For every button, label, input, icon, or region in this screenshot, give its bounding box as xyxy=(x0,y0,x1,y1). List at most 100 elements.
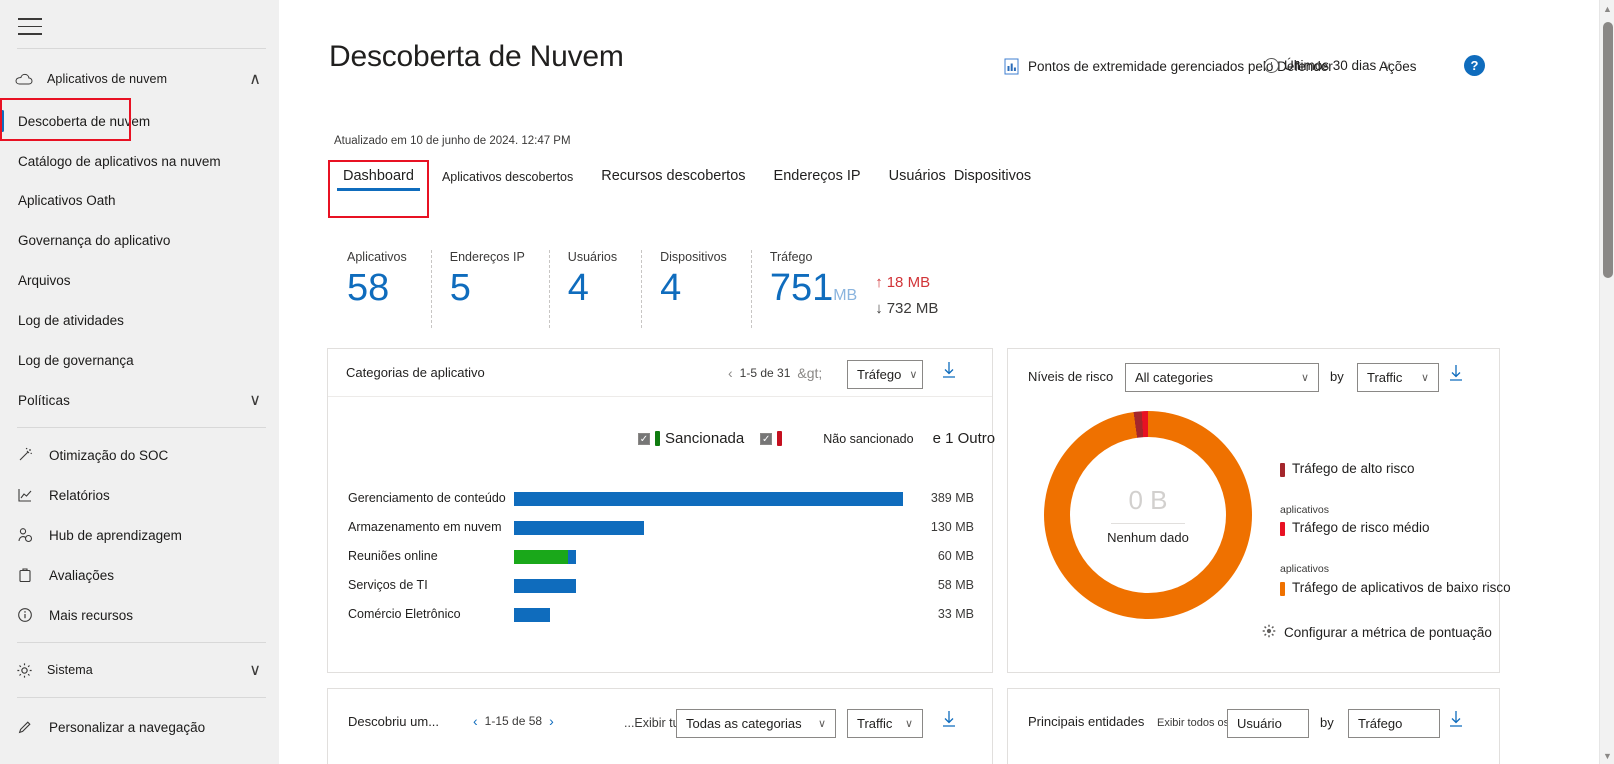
legend-label: Tráfego de alto risco xyxy=(1292,461,1415,476)
bar-row: Serviços de TI 58 MB xyxy=(328,574,992,602)
sidebar-group-politicas[interactable]: Políticas ∨ xyxy=(0,385,279,415)
metric-trafego: Tráfego 751MB ↑18 MB ↓732 MB xyxy=(751,250,963,328)
sidebar-item-log-de-atividades[interactable]: Log de atividades xyxy=(0,305,279,335)
bar-segment xyxy=(514,492,903,506)
navigation-sidebar: Aplicativos de nuvem ∧ Descoberta de nuv… xyxy=(0,0,279,764)
legend-checkbox-nao-sancionado[interactable]: ✓ xyxy=(760,433,772,445)
tab-usuarios[interactable]: Usuários xyxy=(875,168,950,195)
sidebar-group-cloud-apps[interactable]: Aplicativos de nuvem ∧ xyxy=(0,64,279,94)
card-header: Níveis de risco All categories ∨ by Traf… xyxy=(1008,349,1499,403)
time-range-label: Últimos 30 dias xyxy=(1284,58,1376,73)
discovered-category-value: Todas as categorias xyxy=(686,716,802,731)
chevron-down-icon: ∨ xyxy=(810,717,826,730)
bar-segment xyxy=(568,550,576,564)
sidebar-item-label: Mais recursos xyxy=(49,608,133,623)
menu-icon[interactable] xyxy=(18,12,46,38)
sort-metric-dropdown[interactable]: Tráfego ∨ xyxy=(847,360,923,389)
download-icon[interactable] xyxy=(941,710,957,733)
prev-page-button[interactable]: ‹ xyxy=(728,365,733,381)
discovered-metric-value: Traffic xyxy=(857,716,892,731)
sidebar-item-catalogo-de-aplicativos[interactable]: Catálogo de aplicativos na nuvem xyxy=(0,146,279,176)
help-icon[interactable]: ? xyxy=(1464,55,1485,76)
sidebar-group-sistema[interactable]: Sistema ∨ xyxy=(0,655,279,685)
legend-checkbox-sancionada[interactable]: ✓ xyxy=(638,433,650,445)
time-range-selector[interactable]: Últimos 30 dias ∨ xyxy=(1264,58,1391,73)
tab-bar: Dashboard Aplicativos descobertos Recurs… xyxy=(329,168,1045,195)
chevron-up-icon[interactable]: ∧ xyxy=(249,69,261,89)
sidebar-item-aplicativos-oath[interactable]: Aplicativos Oath xyxy=(0,185,279,215)
prev-page-button[interactable]: ‹ xyxy=(473,713,478,729)
person-book-icon xyxy=(14,527,36,543)
card-categorias-de-aplicativo: Categorias de aplicativo ‹ 1-5 de 31 &gt… xyxy=(327,348,993,673)
bar-value: 33 MB xyxy=(938,607,974,621)
sidebar-item-avaliacoes[interactable]: Avaliações xyxy=(0,560,279,590)
download-arrow-icon: ↓ xyxy=(875,300,883,317)
chevron-down-icon[interactable]: ∨ xyxy=(249,390,261,410)
metric-label: Tráfego xyxy=(770,250,857,264)
legend-label-nao-sancionado: Não sancionado xyxy=(823,432,913,446)
metric-value: 5 xyxy=(450,266,525,310)
download-icon[interactable] xyxy=(1448,364,1464,387)
bar-row: Comércio Eletrônico 33 MB xyxy=(328,603,992,631)
metric-value: 4 xyxy=(660,266,727,310)
tab-recursos-descobertos[interactable]: Recursos descobertos xyxy=(587,168,759,195)
sidebar-group-label: Políticas xyxy=(18,393,70,408)
tab-aplicativos-descobertos[interactable]: Aplicativos descobertos xyxy=(428,170,587,195)
chevron-down-icon: ∨ xyxy=(1413,371,1429,384)
tab-dashboard[interactable]: Dashboard xyxy=(329,168,428,195)
gear-icon xyxy=(1262,624,1276,641)
pagination: ‹ 1-5 de 31 &gt; xyxy=(728,365,822,381)
next-page-button[interactable]: &gt; xyxy=(797,365,822,381)
sidebar-item-governanca-do-aplicativo[interactable]: Governança do aplicativo xyxy=(0,225,279,255)
sidebar-item-personalizar-navegacao[interactable]: Personalizar a navegação xyxy=(0,712,279,742)
sidebar-divider-mid xyxy=(17,427,266,428)
entity-metric-value: Tráfego xyxy=(1358,716,1402,731)
sidebar-item-hub-de-aprendizagem[interactable]: Hub de aprendizagem xyxy=(0,520,279,550)
bar-row: Armazenamento em nuvem 130 MB xyxy=(328,516,992,544)
chevron-down-icon: ∨ xyxy=(1293,371,1309,384)
chevron-down-icon[interactable]: ∨ xyxy=(249,660,261,680)
risk-legend-baixo-risco: Tráfego de aplicativos de baixo risco xyxy=(1280,580,1511,596)
scroll-down-button[interactable]: ▼ xyxy=(1600,747,1614,764)
risk-legend-sub-alto: aplicativos xyxy=(1280,504,1329,516)
sidebar-divider-customize xyxy=(17,697,266,698)
sidebar-item-descoberta-de-nuvem[interactable]: Descoberta de nuvem xyxy=(0,106,279,136)
tab-enderecos-ip[interactable]: Endereços IP xyxy=(760,168,875,195)
scrollbar-thumb[interactable] xyxy=(1603,22,1613,278)
sidebar-item-arquivos[interactable]: Arquivos xyxy=(0,265,279,295)
risk-metric-value: Traffic xyxy=(1367,370,1402,385)
entity-metric-dropdown[interactable]: Tráfego xyxy=(1348,709,1440,738)
card-title: Níveis de risco xyxy=(1028,369,1113,384)
sidebar-divider-top xyxy=(17,48,266,49)
actions-button[interactable]: Ações xyxy=(1379,59,1417,74)
risk-metric-dropdown[interactable]: Traffic ∨ xyxy=(1357,363,1439,392)
bar-value: 58 MB xyxy=(938,578,974,592)
bar-value: 389 MB xyxy=(931,491,974,505)
sidebar-item-otimizacao-do-soc[interactable]: Otimização do SOC xyxy=(0,440,279,470)
metric-dispositivos: Dispositivos 4 xyxy=(641,250,751,328)
metric-enderecos-ip: Endereços IP 5 xyxy=(431,250,549,328)
next-page-button[interactable]: › xyxy=(549,713,554,729)
metric-value: 4 xyxy=(568,266,617,310)
discovered-metric-dropdown[interactable]: Traffic ∨ xyxy=(847,709,923,738)
upload-arrow-icon: ↑ xyxy=(875,274,883,291)
discovered-category-dropdown[interactable]: Todas as categorias ∨ xyxy=(676,709,836,738)
legend-swatch-sancionada xyxy=(655,431,660,446)
bar-value: 130 MB xyxy=(931,520,974,534)
entity-type-dropdown[interactable]: Usuário xyxy=(1227,709,1309,738)
report-chart-icon xyxy=(1004,58,1019,75)
bar-segment xyxy=(514,521,644,535)
sidebar-item-relatorios[interactable]: Relatórios xyxy=(0,480,279,510)
vertical-scrollbar[interactable]: ▲ ▼ xyxy=(1599,0,1614,764)
tab-dispositivos[interactable]: Dispositivos xyxy=(950,168,1045,195)
line-chart-icon xyxy=(14,487,36,503)
risk-category-dropdown[interactable]: All categories ∨ xyxy=(1125,363,1319,392)
scroll-up-button[interactable]: ▲ xyxy=(1600,0,1614,17)
configure-score-metric-link[interactable]: Configurar a métrica de pontuação xyxy=(1262,624,1492,641)
download-icon[interactable] xyxy=(1448,710,1464,733)
sidebar-item-mais-recursos[interactable]: Mais recursos xyxy=(0,600,279,630)
download-icon[interactable] xyxy=(941,361,957,384)
sidebar-item-log-de-governanca[interactable]: Log de governança xyxy=(0,345,279,375)
risk-category-value: All categories xyxy=(1135,370,1213,385)
risk-donut-chart: 0 B Nenhum dado xyxy=(1044,411,1252,619)
